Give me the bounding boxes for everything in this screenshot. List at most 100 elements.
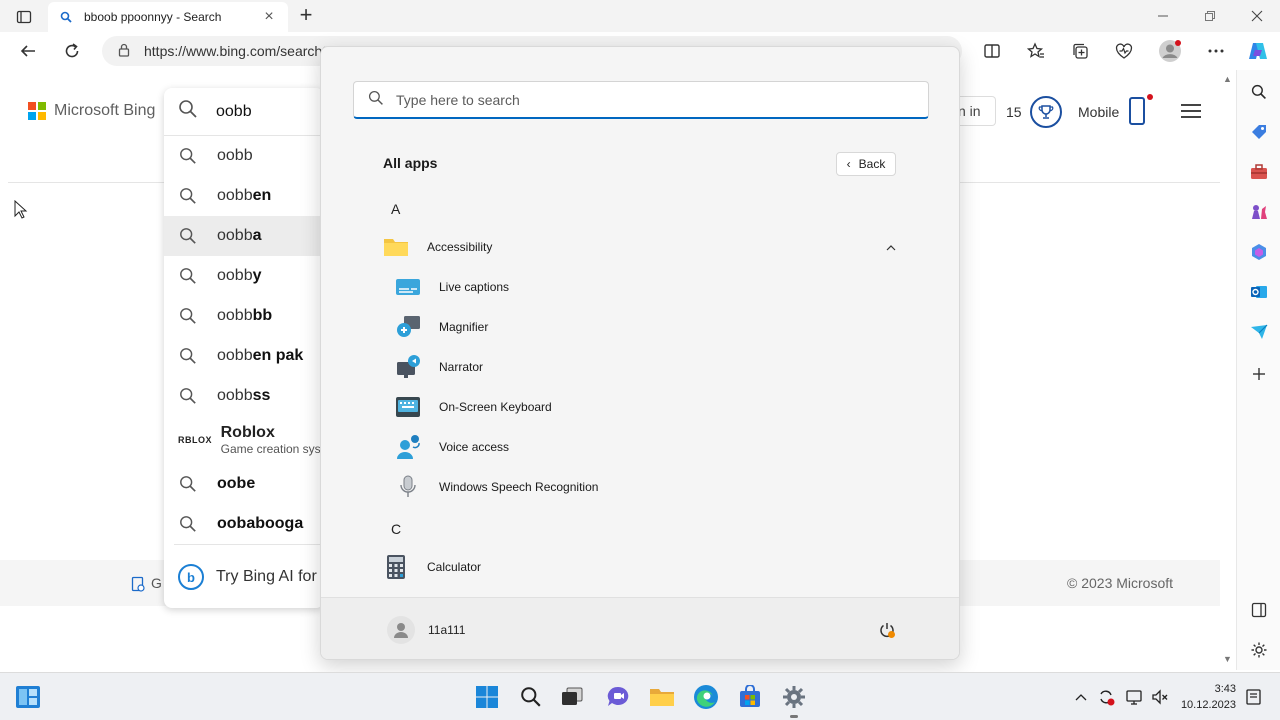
- notifications-icon[interactable]: [1244, 687, 1264, 707]
- letter-header-a[interactable]: A: [391, 201, 400, 217]
- tools-briefcase-icon[interactable]: [1249, 162, 1269, 182]
- back-button[interactable]: ‹ Back: [836, 152, 896, 176]
- outlook-icon[interactable]: [1249, 282, 1269, 302]
- bing-logo[interactable]: Microsoft Bing: [28, 102, 155, 120]
- hide-sidebar-icon[interactable]: [1249, 600, 1269, 620]
- search-icon: [178, 515, 198, 533]
- task-view-icon[interactable]: [558, 683, 586, 711]
- collections-icon[interactable]: [1068, 39, 1092, 63]
- scroll-down-arrow-icon[interactable]: ▼: [1223, 654, 1233, 664]
- edge-browser-icon[interactable]: [692, 683, 720, 711]
- new-tab-button[interactable]: +: [294, 4, 318, 28]
- system-clock[interactable]: 3:43 10.12.2023: [1180, 681, 1236, 713]
- search-icon: [178, 347, 198, 365]
- app-on-screen-keyboard[interactable]: On-Screen Keyboard: [395, 389, 552, 425]
- widgets-icon[interactable]: [14, 683, 42, 711]
- edge-sidebar: [1236, 70, 1280, 670]
- search-icon: [178, 99, 198, 124]
- hamburger-menu-icon[interactable]: [1181, 104, 1201, 118]
- games-chess-icon[interactable]: [1249, 202, 1269, 222]
- microsoft-365-icon[interactable]: [1249, 242, 1269, 262]
- microsoft-store-icon[interactable]: [736, 683, 764, 711]
- suggestion-item[interactable]: oobb bb: [164, 296, 324, 336]
- profile-avatar[interactable]: [1158, 39, 1182, 63]
- suggestion-roblox[interactable]: RBLOX Roblox Game creation syst: [164, 416, 324, 464]
- app-label: Windows Speech Recognition: [439, 480, 599, 494]
- suggestion-text: oobe: [217, 475, 256, 492]
- taskbar-search-icon[interactable]: [517, 683, 545, 711]
- close-tab-icon[interactable]: ×: [260, 8, 278, 26]
- roblox-title: Roblox: [220, 424, 275, 441]
- volume-muted-icon[interactable]: [1150, 687, 1170, 707]
- start-windows-icon[interactable]: [473, 683, 501, 711]
- suggestions-divider: [174, 544, 324, 545]
- live-captions-icon: [395, 274, 421, 300]
- copilot-icon[interactable]: [1246, 39, 1270, 63]
- sync-error-icon[interactable]: [1096, 687, 1116, 707]
- bing-search-input[interactable]: oobb: [164, 88, 324, 136]
- minimize-icon[interactable]: [1140, 0, 1186, 32]
- try-bing-ai-link[interactable]: b Try Bing AI for: [178, 564, 317, 590]
- rewards-trophy-icon[interactable]: [1030, 96, 1062, 128]
- start-search-input[interactable]: Type here to search: [353, 81, 929, 119]
- restore-icon[interactable]: [1187, 0, 1233, 32]
- favorites-icon[interactable]: [1024, 39, 1048, 63]
- running-indicator: [790, 715, 798, 718]
- footer-copyright: © 2023 Microsoft: [1067, 575, 1174, 591]
- app-windows-speech-recognition[interactable]: Windows Speech Recognition: [395, 469, 598, 505]
- app-live-captions[interactable]: Live captions: [395, 269, 509, 305]
- settings-gear-icon[interactable]: [1249, 640, 1269, 660]
- search-icon[interactable]: [1249, 82, 1269, 102]
- network-icon[interactable]: [1124, 687, 1144, 707]
- scroll-up-arrow-icon[interactable]: ▲: [1223, 74, 1233, 84]
- active-tab[interactable]: bboob ppoonnyy - Search ×: [48, 2, 288, 32]
- suggestion-item[interactable]: oobe: [164, 464, 324, 504]
- user-name[interactable]: 11a111: [428, 623, 465, 637]
- more-options-icon[interactable]: [1204, 39, 1228, 63]
- chevron-up-tray-icon[interactable]: [1071, 687, 1091, 707]
- app-magnifier[interactable]: Magnifier: [395, 309, 488, 345]
- tab-title: bboob ppoonnyy - Search: [84, 10, 222, 24]
- suggestion-item-highlighted[interactable]: oobb a: [164, 216, 324, 256]
- shopping-tag-icon[interactable]: [1249, 122, 1269, 142]
- magnifier-icon: [395, 314, 421, 340]
- app-narrator[interactable]: Narrator: [395, 349, 483, 385]
- power-icon[interactable]: [877, 620, 897, 640]
- chevron-up-icon[interactable]: [886, 241, 896, 255]
- refresh-icon[interactable]: [60, 39, 84, 63]
- start-menu-footer: 11a111: [321, 597, 959, 659]
- suggestion-item[interactable]: oobb en: [164, 176, 324, 216]
- file-explorer-icon[interactable]: [648, 683, 676, 711]
- footer-link-partial[interactable]: G: [131, 575, 162, 592]
- search-icon: [178, 387, 198, 405]
- rewards-points[interactable]: 15: [1006, 104, 1022, 120]
- suggestion-item[interactable]: oobabooga: [164, 504, 324, 544]
- mobile-label[interactable]: Mobile: [1078, 104, 1119, 120]
- suggestion-prefix: oobb: [217, 387, 253, 404]
- back-arrow-icon[interactable]: [16, 39, 40, 63]
- app-label: Magnifier: [439, 320, 489, 334]
- notification-dot: [1147, 94, 1153, 100]
- close-window-icon[interactable]: [1234, 0, 1280, 32]
- add-icon[interactable]: [1249, 364, 1269, 384]
- app-voice-access[interactable]: Voice access: [395, 429, 509, 465]
- app-calculator[interactable]: Calculator: [383, 549, 481, 585]
- tab-actions-icon[interactable]: [8, 6, 40, 28]
- mobile-phone-icon[interactable]: [1129, 97, 1145, 125]
- settings-app-icon[interactable]: [780, 683, 808, 711]
- folder-accessibility[interactable]: Accessibility: [383, 229, 492, 265]
- keyboard-icon: [395, 394, 421, 420]
- split-screen-icon[interactable]: [980, 39, 1004, 63]
- drop-send-icon[interactable]: [1249, 322, 1269, 342]
- suggestion-text: oobabooga: [217, 515, 304, 532]
- suggestion-item[interactable]: oobb en pak: [164, 336, 324, 376]
- microphone-icon: [395, 474, 421, 500]
- suggestion-item[interactable]: oobb ss: [164, 376, 324, 416]
- chat-teams-icon[interactable]: [604, 683, 632, 711]
- microsoft-logo-icon: [28, 102, 46, 120]
- browser-essentials-icon[interactable]: [1112, 39, 1136, 63]
- user-avatar-icon[interactable]: [387, 616, 415, 644]
- letter-header-c[interactable]: C: [391, 521, 401, 537]
- suggestion-item[interactable]: oobb: [164, 136, 324, 176]
- suggestion-item[interactable]: oobb y: [164, 256, 324, 296]
